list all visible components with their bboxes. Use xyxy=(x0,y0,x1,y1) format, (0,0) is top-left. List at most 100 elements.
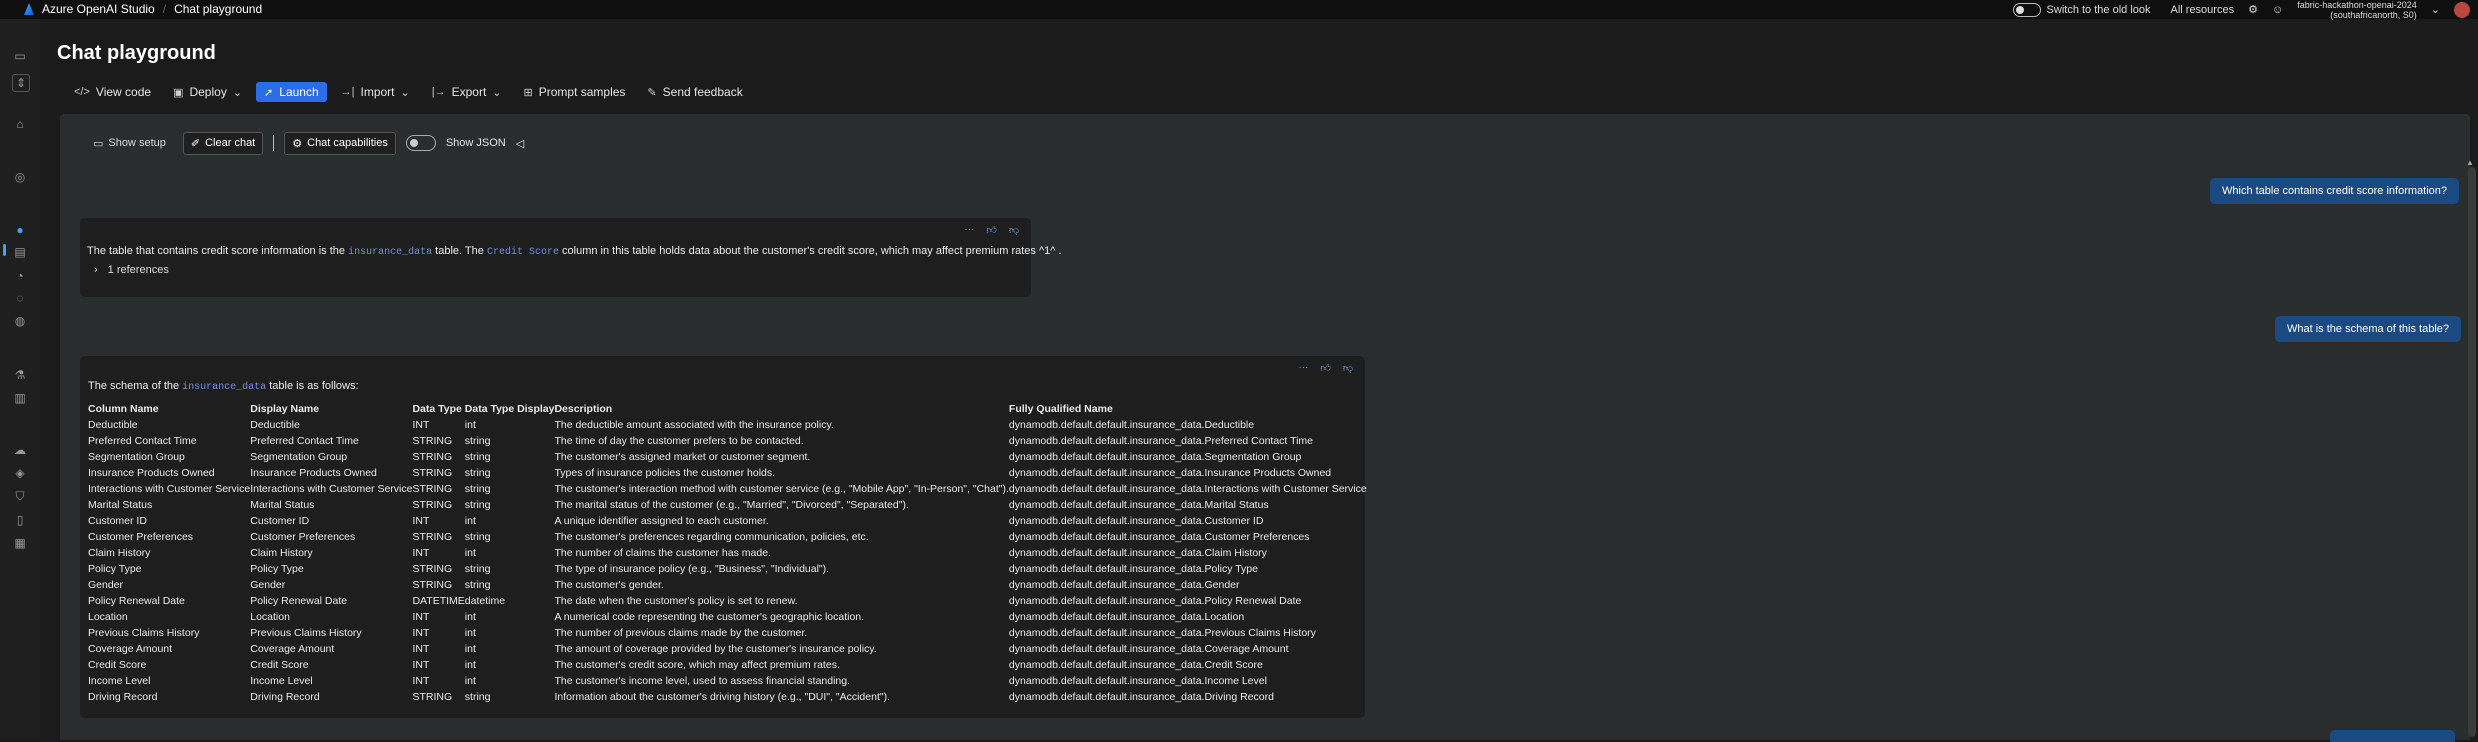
app-name[interactable]: Azure OpenAI Studio xyxy=(42,2,155,16)
old-look-toggle[interactable] xyxy=(2012,2,2041,17)
table-cell: dynamodb.default.default.insurance_data.… xyxy=(1008,467,1332,479)
table-cell: Policy Type xyxy=(88,563,142,575)
table-cell: Credit Score xyxy=(88,659,147,671)
more-icon[interactable]: ··· xyxy=(1298,362,1308,374)
brand: Azure OpenAI Studio / Chat playground xyxy=(24,2,262,16)
chat-scrollbar[interactable] xyxy=(2468,167,2476,737)
avatar[interactable] xyxy=(2454,1,2470,18)
table-row: Previous Claims History Previous Claims H… xyxy=(88,625,1367,641)
schema-intro-pre: The schema of the xyxy=(88,380,183,392)
speaker-icon[interactable]: ◁ xyxy=(516,137,524,150)
assistant-message: ··· 👍︎ 👎︎ The table that contains credit… xyxy=(80,218,1062,297)
completions-icon[interactable]: ▤ xyxy=(12,244,28,260)
send-feedback-button[interactable]: ✎ Send feedback xyxy=(639,82,750,102)
assistants-icon[interactable]: ◌ xyxy=(12,290,28,306)
table-cell: int xyxy=(464,611,476,623)
table-cell: int xyxy=(464,675,476,687)
thumbs-down-icon[interactable]: 👎︎ xyxy=(1009,224,1019,236)
batch-jobs-icon[interactable]: ▦ xyxy=(12,535,28,551)
clear-chat-button[interactable]: ✐ Clear chat xyxy=(182,131,264,155)
references-toggle[interactable]: › 1 references xyxy=(94,264,169,276)
chevron-down-icon[interactable]: ⌄ xyxy=(2431,3,2440,16)
scroll-up-icon[interactable]: ▲ xyxy=(2466,158,2474,167)
switch-old-look-label: Switch to the old look xyxy=(2046,3,2151,16)
table-cell: string xyxy=(464,563,491,575)
table-header-row: Column Name Display Name Data Type Data Typ… xyxy=(88,401,1367,417)
table-cell: dynamodb.default.default.insurance_data.… xyxy=(1008,483,1367,495)
expand-icon[interactable]: ⇕ xyxy=(12,74,30,92)
table-cell: string xyxy=(464,499,491,511)
audio-icon[interactable]: ◍ xyxy=(12,313,28,329)
column-header: Data Type xyxy=(412,402,462,415)
main-toolbar: </> View code ▣ Deploy ⌄ ➚ Launch →| Import ⌄ … xyxy=(66,80,751,104)
table-cell: Preferred Contact Time xyxy=(88,435,197,447)
table-cell: Types of insurance policies the customer… xyxy=(554,467,776,479)
breadcrumb-current: Chat playground xyxy=(174,2,263,16)
rocket-icon: ➚ xyxy=(264,86,274,99)
document-icon[interactable]: ▯ xyxy=(12,512,28,528)
table-cell: string xyxy=(464,531,491,543)
table-cell: Previous Claims History xyxy=(88,627,200,639)
export-label: Export xyxy=(451,85,487,99)
thumbs-down-icon[interactable]: 👎︎ xyxy=(1343,362,1353,374)
table-cell: Policy Renewal Date xyxy=(250,595,348,607)
view-code-button[interactable]: </> View code xyxy=(66,82,159,102)
model-catalog-icon[interactable]: ◎ xyxy=(12,169,28,185)
setup-icon: ▭ xyxy=(93,137,104,150)
table-cell: Credit Score xyxy=(250,659,309,671)
page-title: Chat playground xyxy=(57,42,216,64)
all-resources-link[interactable]: All resources xyxy=(2171,4,2235,16)
shield-icon[interactable]: ⛉ xyxy=(12,488,28,504)
table-cell: The amount of coverage provided by the c… xyxy=(554,643,877,655)
message-text-post: column in this table holds data about th… xyxy=(558,245,1062,257)
table-row: Interactions with Customer Service Intera… xyxy=(88,481,1367,497)
home-icon[interactable]: ⌂ xyxy=(12,116,28,132)
thumbs-up-icon[interactable]: 👍︎ xyxy=(986,224,996,236)
prompt-samples-button[interactable]: ⊞ Prompt samples xyxy=(516,82,634,102)
top-right-controls: Switch to the old look All resources ⚙ ☺… xyxy=(2012,0,2470,20)
chat-icon[interactable]: ● xyxy=(12,222,28,238)
table-cell: int xyxy=(464,419,476,431)
table-cell: A unique identifier assigned to each cus… xyxy=(554,515,769,527)
table-row: Claim History Claim History INT int The numb… xyxy=(88,545,1367,561)
chevron-down-icon: ⌄ xyxy=(232,86,243,99)
resource-picker[interactable]: fabric-hackathon-openai-2024 (southafric… xyxy=(2297,0,2417,20)
collapse-nav-icon[interactable]: ▭ xyxy=(12,48,28,64)
more-icon[interactable]: ··· xyxy=(964,224,974,236)
launch-button[interactable]: ➚ Launch xyxy=(256,82,327,102)
table-cell: int xyxy=(464,515,476,527)
table-cell: dynamodb.default.default.insurance_data.… xyxy=(1008,531,1310,543)
table-cell: Location xyxy=(250,611,290,623)
show-json-toggle[interactable] xyxy=(405,135,436,151)
table-row: Customer Preferences Customer Preferences… xyxy=(88,529,1367,545)
deployments-icon[interactable]: ⚗ xyxy=(12,367,28,383)
thumbs-up-icon[interactable]: 👍︎ xyxy=(1320,362,1330,374)
show-json-label: Show JSON xyxy=(445,137,506,149)
export-button[interactable]: |→ Export ⌄ xyxy=(424,82,510,102)
import-button[interactable]: →| Import ⌄ xyxy=(333,82,418,102)
dalle-icon[interactable]: ◔ xyxy=(12,268,28,284)
chat-capabilities-button[interactable]: ⚙ Chat capabilities xyxy=(284,131,396,155)
table-cell: Policy Type xyxy=(250,563,304,575)
quota-icon[interactable]: ☁ xyxy=(12,442,28,458)
table-cell: INT xyxy=(412,419,430,431)
table-cell: Income Level xyxy=(88,675,151,687)
feedback-smiley-icon[interactable]: ☺ xyxy=(2272,4,2283,16)
deploy-button[interactable]: ▣ Deploy ⌄ xyxy=(165,82,250,102)
user-message: What is the schema of this table? xyxy=(2275,316,2462,342)
table-cell: Customer Preferences xyxy=(88,531,194,543)
table-cell: Gender xyxy=(88,579,124,591)
table-row: Marital Status Marital Status STRING string… xyxy=(88,497,1367,513)
breadcrumb-separator: / xyxy=(162,2,167,16)
table-cell: dynamodb.default.default.insurance_data.… xyxy=(1008,611,1245,623)
table-cell: The number of claims the customer has ma… xyxy=(554,547,771,559)
column-header: Column Name xyxy=(88,402,159,415)
show-setup-button[interactable]: ▭ Show setup xyxy=(86,133,173,154)
table-cell: dynamodb.default.default.insurance_data.… xyxy=(1008,579,1240,591)
settings-icon[interactable]: ⚙ xyxy=(2248,3,2258,16)
content-filters-icon[interactable]: ◈ xyxy=(12,465,28,481)
data-files-icon[interactable]: ▥ xyxy=(12,390,28,406)
table-cell: Interactions with Customer Service xyxy=(88,483,251,495)
column-header: Display Name xyxy=(250,402,320,415)
table-cell: Claim History xyxy=(250,547,313,559)
